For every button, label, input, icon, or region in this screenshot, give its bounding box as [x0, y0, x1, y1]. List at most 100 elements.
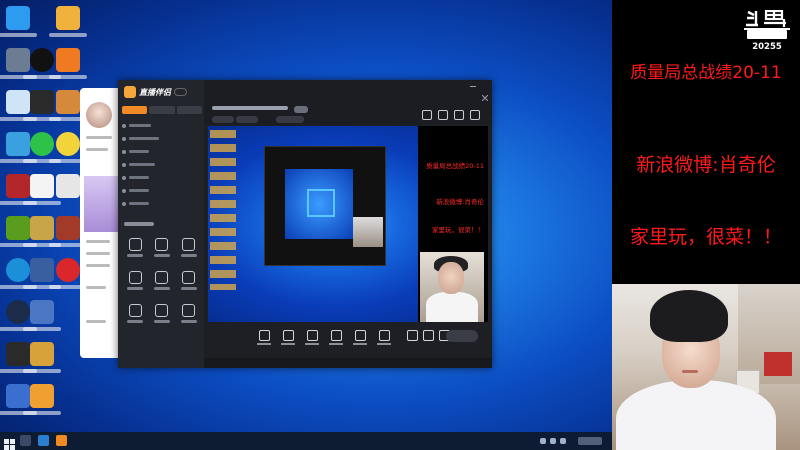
desktop-icon-game4[interactable] — [30, 258, 54, 282]
taskbar-app-icon[interactable] — [56, 435, 67, 446]
desktop-icon-qq[interactable] — [6, 6, 30, 30]
desktop-icon-app[interactable] — [6, 48, 30, 72]
streamer-mouth — [682, 370, 698, 373]
desktop-icon-recycle[interactable] — [6, 90, 30, 114]
message-icon[interactable] — [454, 110, 464, 120]
desktop-icon-adobe[interactable] — [6, 174, 30, 198]
scene-row[interactable] — [122, 185, 200, 196]
tray-icon[interactable] — [540, 438, 546, 444]
desktop-icon-lemon[interactable] — [56, 132, 80, 156]
tab-active[interactable] — [122, 106, 148, 114]
record-button[interactable] — [406, 330, 418, 341]
preview-overlay-line-1: 质量局总战绩20-11 — [426, 162, 484, 170]
window-capture-button[interactable] — [305, 330, 319, 345]
stream-preview[interactable]: 质量局总战绩20-11 新浪微博:肖奇伦 家里玩，很菜！！ — [208, 126, 488, 322]
scene-list — [122, 120, 200, 211]
desktop-icon-label — [0, 33, 37, 37]
app-topbar — [204, 80, 492, 124]
screen-capture-button[interactable] — [257, 330, 271, 345]
eye-icon[interactable] — [122, 149, 126, 154]
taskbar — [0, 432, 612, 450]
desktop-icon-file[interactable] — [56, 174, 80, 198]
category-chip[interactable] — [294, 106, 308, 113]
tray-icon[interactable] — [550, 438, 556, 444]
clock[interactable] — [578, 437, 602, 445]
scene-row[interactable] — [122, 198, 200, 209]
desktop-icon-game5[interactable] — [30, 300, 54, 324]
tool-button[interactable] — [122, 271, 149, 290]
overlay-line-record: 质量局总战绩20-11 — [630, 63, 782, 83]
desktop-icon-network[interactable] — [6, 132, 30, 156]
desktop-icon-pet[interactable] — [56, 6, 80, 30]
tool-button[interactable] — [122, 304, 149, 323]
minimize-icon[interactable] — [470, 86, 476, 93]
close-icon[interactable] — [481, 86, 489, 102]
overlay-line-note: 家里玩，很菜！！ — [629, 226, 782, 248]
scene-row[interactable] — [122, 146, 200, 157]
desktop-icon-geforce[interactable] — [6, 216, 30, 240]
window-icon — [306, 330, 318, 341]
settings-icon[interactable] — [438, 110, 448, 120]
taskbar-app-icon[interactable] — [38, 435, 49, 446]
image-button[interactable] — [329, 330, 343, 345]
profile-line — [86, 136, 112, 139]
desktop-icon-game6[interactable] — [30, 342, 54, 366]
desktop-icon-game[interactable] — [56, 90, 80, 114]
tab[interactable] — [176, 106, 202, 114]
scene-row[interactable] — [122, 172, 200, 183]
profile-photo[interactable] — [84, 176, 118, 232]
eye-icon[interactable] — [122, 123, 126, 128]
start-live-button[interactable] — [446, 330, 478, 342]
desktop-icon-pubg[interactable] — [30, 90, 54, 114]
tool-button[interactable] — [149, 238, 176, 257]
desktop-icon-label — [23, 369, 61, 373]
tool-button[interactable] — [175, 238, 202, 257]
avatar[interactable] — [86, 102, 112, 128]
desktop-icon-edge[interactable] — [6, 258, 30, 282]
camera-button[interactable] — [281, 330, 295, 345]
nested-preview-webcam — [353, 217, 383, 247]
desktop-icon-netease[interactable] — [56, 258, 80, 282]
tool-button[interactable] — [175, 271, 202, 290]
desktop-icon-app3[interactable] — [6, 384, 30, 408]
overlay-line-weibo: 新浪微博:肖奇伦 — [636, 154, 776, 176]
brand-badge[interactable] — [174, 88, 187, 96]
tool-button[interactable] — [149, 271, 176, 290]
room-title — [212, 106, 288, 110]
scene-row[interactable] — [122, 120, 200, 131]
desktop-icon-wechat[interactable] — [30, 132, 54, 156]
share-icon[interactable] — [422, 110, 432, 120]
desktop-icon-app2[interactable] — [6, 342, 30, 366]
desktop-icon-game2[interactable] — [30, 216, 54, 240]
eye-icon[interactable] — [122, 162, 126, 167]
desktop-icon-game7[interactable] — [30, 384, 54, 408]
info-chip — [236, 116, 258, 123]
tray-icon[interactable] — [560, 438, 566, 444]
eye-icon[interactable] — [122, 188, 126, 193]
desktop-icon-document[interactable] — [30, 174, 54, 198]
scene-row[interactable] — [122, 133, 200, 144]
menu-line — [86, 252, 110, 255]
tool-button[interactable] — [175, 304, 202, 323]
tool-button[interactable] — [122, 238, 149, 257]
eye-icon[interactable] — [122, 136, 126, 141]
windows-start-icon[interactable] — [4, 435, 15, 450]
room-number: 20255 — [752, 42, 782, 52]
tab[interactable] — [149, 106, 175, 114]
eye-icon[interactable] — [122, 175, 126, 180]
more-icon[interactable] — [470, 110, 480, 120]
desktop-icon-orange[interactable] — [56, 48, 80, 72]
gear-button[interactable] — [422, 330, 434, 341]
speaker-button[interactable] — [377, 330, 391, 345]
desktop-icon-logitech[interactable] — [30, 48, 54, 72]
eye-icon[interactable] — [122, 201, 126, 206]
tool-button[interactable] — [149, 304, 176, 323]
tool-icon — [182, 271, 196, 284]
status-bar — [204, 358, 492, 368]
scene-row[interactable] — [122, 159, 200, 170]
desktop-icon-steam[interactable] — [6, 300, 30, 324]
app-sidebar: 直播伴侣 — [118, 80, 204, 368]
microphone-button[interactable] — [353, 330, 367, 345]
desktop-icon-game3[interactable] — [56, 216, 80, 240]
taskbar-app-icon[interactable] — [20, 435, 31, 446]
